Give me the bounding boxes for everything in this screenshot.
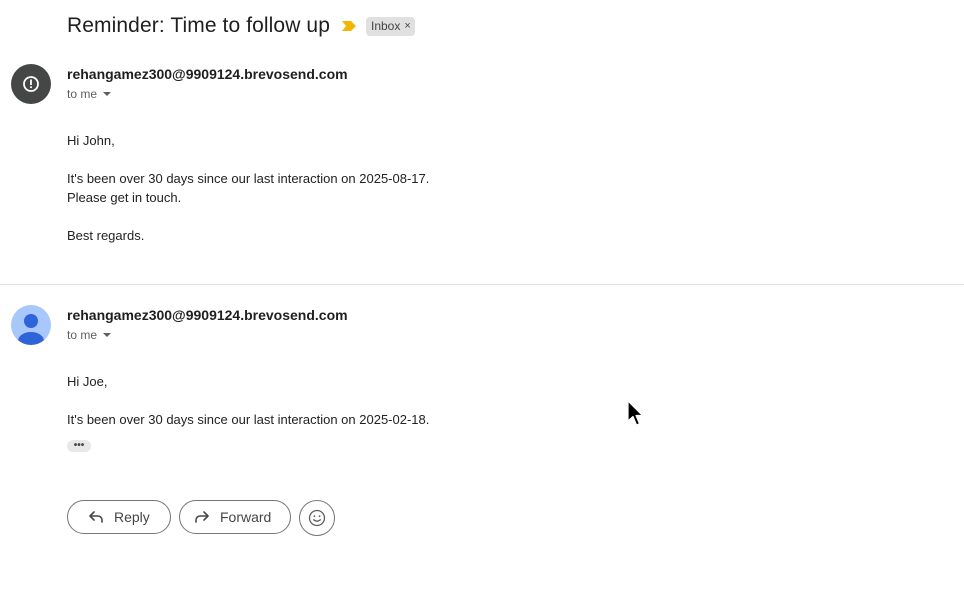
recipient-label: to me — [67, 87, 98, 101]
message-line: It's been over 30 days since our last in… — [67, 171, 430, 186]
sender-avatar[interactable] — [11, 305, 51, 345]
sender-email[interactable]: rehangamez300@9909124.brevosend.com — [67, 66, 348, 82]
message-line: Best regards. — [67, 228, 145, 243]
forward-icon — [194, 510, 210, 524]
recipient-details[interactable]: to me — [67, 328, 112, 342]
recipient-label: to me — [67, 328, 98, 342]
importance-marker-icon[interactable] — [341, 21, 356, 31]
message-line: Hi John, — [67, 133, 115, 148]
reply-icon — [88, 510, 104, 524]
ellipsis-icon: ••• — [73, 440, 85, 451]
smiley-icon — [308, 509, 326, 527]
label-chip-text: Inbox — [370, 19, 401, 33]
message-line: Hi Joe, — [67, 374, 108, 389]
message-divider — [0, 284, 964, 285]
remove-label-icon[interactable]: × — [404, 20, 410, 32]
email-subject: Reminder: Time to follow up — [67, 14, 330, 37]
label-chip-inbox: Inbox × — [365, 16, 415, 36]
person-icon — [18, 314, 44, 345]
show-trimmed-content-button[interactable]: ••• — [67, 440, 91, 452]
subject-row: Reminder: Time to follow up Inbox × — [67, 14, 415, 38]
emoji-reaction-button[interactable] — [299, 500, 335, 536]
reply-label: Reply — [114, 509, 150, 525]
forward-button[interactable]: Forward — [179, 500, 291, 534]
chevron-down-icon[interactable] — [103, 333, 112, 337]
chevron-down-icon[interactable] — [103, 92, 112, 96]
message-line: Please get in touch. — [67, 190, 182, 205]
alert-circle-icon — [23, 76, 39, 92]
reply-button[interactable]: Reply — [67, 500, 171, 534]
forward-label: Forward — [220, 509, 272, 525]
sender-avatar[interactable] — [11, 64, 51, 104]
recipient-details[interactable]: to me — [67, 87, 112, 101]
mouse-pointer-icon — [627, 400, 645, 433]
sender-email[interactable]: rehangamez300@9909124.brevosend.com — [67, 307, 348, 323]
message-line: It's been over 30 days since our last in… — [67, 412, 430, 427]
